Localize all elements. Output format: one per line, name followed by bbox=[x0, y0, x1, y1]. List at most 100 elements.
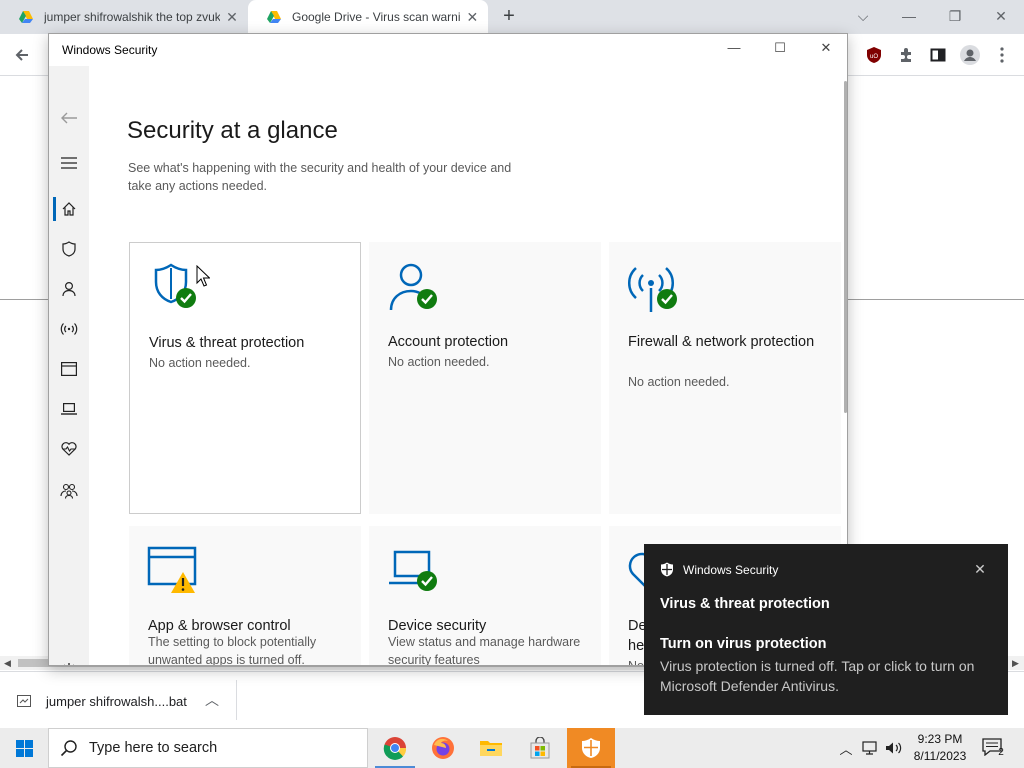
tile-status: No action needed. bbox=[628, 375, 730, 389]
extensions-icon[interactable] bbox=[895, 44, 917, 66]
shield-icon bbox=[582, 738, 600, 758]
close-icon[interactable]: ✕ bbox=[224, 9, 240, 26]
nav-item-virus-threat[interactable] bbox=[49, 234, 89, 264]
tile-virus-threat-protection[interactable]: Virus & threat protection No action need… bbox=[129, 242, 361, 514]
back-arrow-icon[interactable] bbox=[11, 44, 33, 66]
chevron-up-icon[interactable]: ︿ bbox=[836, 738, 856, 758]
family-icon bbox=[60, 483, 78, 499]
gear-icon bbox=[64, 663, 74, 665]
tile-title-line-2: he bbox=[628, 638, 645, 654]
side-panel-icon[interactable] bbox=[927, 44, 949, 66]
scroll-right-arrow-icon[interactable]: ▶ bbox=[1012, 658, 1019, 669]
notification-count: 2 bbox=[998, 747, 1004, 758]
close-button[interactable]: ✕ bbox=[989, 4, 1013, 28]
tile-app-browser-control[interactable]: App & browser control The setting to blo… bbox=[129, 526, 361, 666]
heart-pulse-icon bbox=[61, 442, 77, 456]
nav-item-device-security[interactable] bbox=[49, 394, 89, 424]
taskbar-windows-security[interactable] bbox=[567, 728, 615, 768]
nav-item-device-health[interactable] bbox=[49, 434, 89, 464]
home-icon bbox=[62, 202, 76, 216]
wireless-icon bbox=[60, 323, 78, 335]
toast-notification[interactable]: Windows Security ✕ Virus & threat protec… bbox=[644, 544, 1008, 715]
tile-title: Firewall & network protection bbox=[628, 334, 815, 350]
taskbar-search[interactable]: Type here to search bbox=[48, 728, 368, 768]
window-titlebar[interactable]: Windows Security — ☐ ✕ bbox=[49, 34, 847, 66]
browser-tab-2[interactable]: Google Drive - Virus scan warning ✕ bbox=[248, 0, 488, 34]
browser-tab-bar: jumper shifrowalshik the top zvuk ✕ Goog… bbox=[0, 0, 1024, 34]
chevron-down-icon[interactable]: ⌵ bbox=[851, 4, 875, 28]
minimize-button[interactable]: — bbox=[724, 40, 744, 60]
more-menu-icon[interactable] bbox=[991, 44, 1013, 66]
tile-status: The setting to block potentially unwante… bbox=[148, 635, 317, 666]
side-navigation bbox=[49, 66, 89, 665]
profile-avatar-icon[interactable] bbox=[959, 44, 981, 66]
hamburger-menu-icon bbox=[61, 157, 77, 169]
scroll-left-arrow-icon[interactable]: ◀ bbox=[4, 658, 11, 669]
tab-title: Google Drive - Virus scan warning bbox=[292, 10, 461, 24]
search-icon bbox=[60, 740, 77, 757]
browser-tab-1[interactable]: jumper shifrowalshik the top zvuk ✕ bbox=[0, 0, 248, 34]
person-icon bbox=[62, 281, 76, 297]
nav-item-family[interactable] bbox=[49, 476, 89, 506]
taskbar-chrome[interactable] bbox=[371, 728, 419, 768]
nav-item-account[interactable] bbox=[49, 274, 89, 304]
tile-title: Virus & threat protection bbox=[149, 335, 305, 351]
restore-button[interactable]: ❐ bbox=[943, 4, 967, 28]
close-icon[interactable]: ✕ bbox=[972, 561, 988, 578]
toast-app-name: Windows Security bbox=[683, 562, 779, 577]
firewall-check-icon bbox=[627, 267, 677, 312]
folder-icon bbox=[480, 741, 502, 756]
divider bbox=[236, 680, 237, 720]
google-drive-icon bbox=[267, 11, 281, 23]
network-icon[interactable] bbox=[861, 738, 881, 758]
tile-firewall-network-protection[interactable]: Firewall & network protection No action … bbox=[609, 242, 841, 514]
action-center-button[interactable]: 2 bbox=[980, 736, 1008, 760]
download-filename: jumper shifrowalsh....bat bbox=[46, 693, 187, 709]
maximize-button[interactable]: ☐ bbox=[770, 40, 790, 60]
browser-warning-icon bbox=[147, 546, 197, 593]
windows-logo-icon bbox=[15, 739, 33, 757]
close-button[interactable]: ✕ bbox=[816, 40, 836, 60]
nav-item-settings[interactable] bbox=[49, 655, 89, 665]
taskbar-file-explorer[interactable] bbox=[467, 728, 515, 768]
mouse-cursor-icon bbox=[196, 265, 210, 287]
ublock-icon[interactable]: uO bbox=[863, 44, 885, 66]
volume-icon[interactable] bbox=[884, 738, 904, 758]
start-button[interactable] bbox=[0, 728, 48, 768]
google-drive-icon bbox=[19, 11, 33, 23]
nav-item-firewall[interactable] bbox=[49, 314, 89, 344]
search-placeholder: Type here to search bbox=[89, 740, 218, 756]
back-arrow-icon bbox=[61, 112, 77, 124]
tile-account-protection[interactable]: Account protection No action needed. bbox=[369, 242, 601, 514]
tab-title: jumper shifrowalshik the top zvuk bbox=[44, 10, 220, 24]
toast-title: Virus & threat protection bbox=[660, 596, 830, 612]
toast-body: Virus protection is turned off. Tap or c… bbox=[660, 658, 975, 694]
svg-text:uO: uO bbox=[870, 54, 878, 60]
nav-item-home[interactable] bbox=[49, 194, 89, 224]
system-clock[interactable]: 9:23 PM 8/11/2023 bbox=[908, 731, 972, 765]
account-check-icon bbox=[389, 263, 437, 311]
tile-status: No action needed. bbox=[388, 355, 490, 369]
browser-window-icon bbox=[61, 362, 77, 376]
page-description: See what's happening with the security a… bbox=[128, 161, 512, 193]
tile-device-security[interactable]: Device security View status and manage h… bbox=[369, 526, 601, 666]
minimize-button[interactable]: — bbox=[897, 4, 921, 28]
clock-date: 8/11/2023 bbox=[913, 749, 967, 763]
download-item[interactable]: jumper shifrowalsh....bat bbox=[16, 686, 187, 716]
new-tab-button[interactable]: + bbox=[498, 6, 520, 28]
chevron-up-icon[interactable]: ︿ bbox=[205, 690, 219, 710]
firefox-icon bbox=[432, 737, 454, 759]
shield-icon bbox=[62, 241, 76, 257]
taskbar: Type here to search ︿ 9:23 PM 8/11/2023 … bbox=[0, 728, 1024, 768]
vertical-scrollbar[interactable] bbox=[844, 81, 847, 413]
tile-status: View status and manage hardware security… bbox=[388, 635, 581, 666]
taskbar-firefox[interactable] bbox=[419, 728, 467, 768]
close-icon[interactable]: ✕ bbox=[465, 9, 480, 26]
store-bag-icon bbox=[530, 737, 550, 759]
hamburger-menu-button[interactable] bbox=[49, 148, 89, 178]
shield-icon bbox=[661, 562, 673, 577]
taskbar-microsoft-store[interactable] bbox=[516, 728, 564, 768]
back-button[interactable] bbox=[49, 103, 89, 133]
laptop-check-icon bbox=[389, 550, 437, 591]
nav-item-app-browser[interactable] bbox=[49, 354, 89, 384]
